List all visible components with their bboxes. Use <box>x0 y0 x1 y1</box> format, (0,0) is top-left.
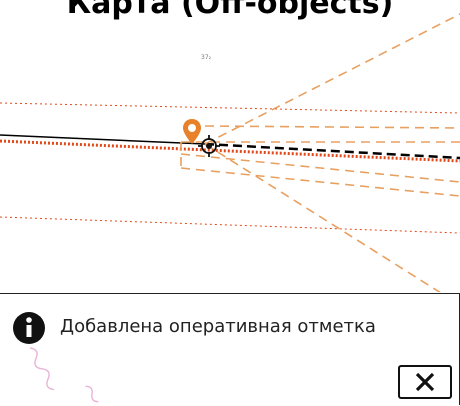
boundary-lines <box>180 13 460 292</box>
close-button[interactable] <box>398 365 452 399</box>
map-canvas[interactable] <box>0 0 460 292</box>
map-behind-toast <box>29 347 99 403</box>
parcel-number-label: 37₂ <box>201 54 212 61</box>
map-view[interactable]: 37₂ <box>0 0 460 292</box>
toast-message: Добавлена оперативная отметка <box>60 316 376 337</box>
red-axis-line <box>0 139 460 163</box>
red-guide-line <box>0 102 460 114</box>
notification-toast: Добавлена оперативная отметка <box>0 293 460 405</box>
track-line-solid <box>0 134 206 145</box>
crosshair-icon[interactable] <box>198 135 220 157</box>
close-icon <box>415 372 435 392</box>
red-guide-line <box>0 216 460 234</box>
info-icon <box>12 311 46 345</box>
